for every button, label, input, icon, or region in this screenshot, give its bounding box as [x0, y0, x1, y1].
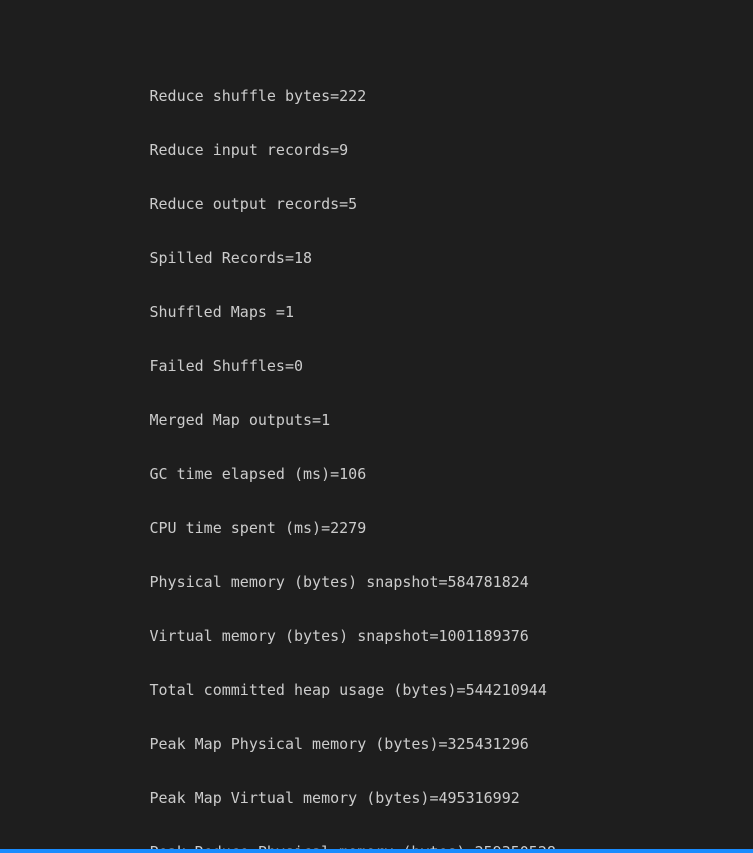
counter-line: GC time elapsed (ms)=106	[5, 465, 367, 483]
counter-line: Peak Map Physical memory (bytes)=3254312…	[5, 735, 529, 753]
counter-line: Shuffled Maps =1	[5, 303, 294, 321]
counter-line: Reduce output records=5	[5, 195, 358, 213]
counter-line: CPU time spent (ms)=2279	[5, 519, 367, 537]
terminal-window[interactable]: Reduce shuffle bytes=222 Reduce input re…	[0, 0, 753, 853]
window-accent-bar	[0, 849, 753, 853]
counter-line: Spilled Records=18	[5, 249, 313, 267]
console-output-area[interactable]: Reduce shuffle bytes=222 Reduce input re…	[5, 33, 753, 853]
counter-line: Failed Shuffles=0	[5, 357, 304, 375]
counter-line: Virtual memory (bytes) snapshot=10011893…	[5, 627, 529, 645]
counter-line: Reduce input records=9	[5, 141, 349, 159]
counter-line: Merged Map outputs=1	[5, 411, 331, 429]
counter-line: Peak Map Virtual memory (bytes)=49531699…	[5, 789, 520, 807]
counter-line: Total committed heap usage (bytes)=54421…	[5, 681, 547, 699]
counter-line: Physical memory (bytes) snapshot=5847818…	[5, 573, 529, 591]
counter-line: Reduce shuffle bytes=222	[5, 87, 367, 105]
